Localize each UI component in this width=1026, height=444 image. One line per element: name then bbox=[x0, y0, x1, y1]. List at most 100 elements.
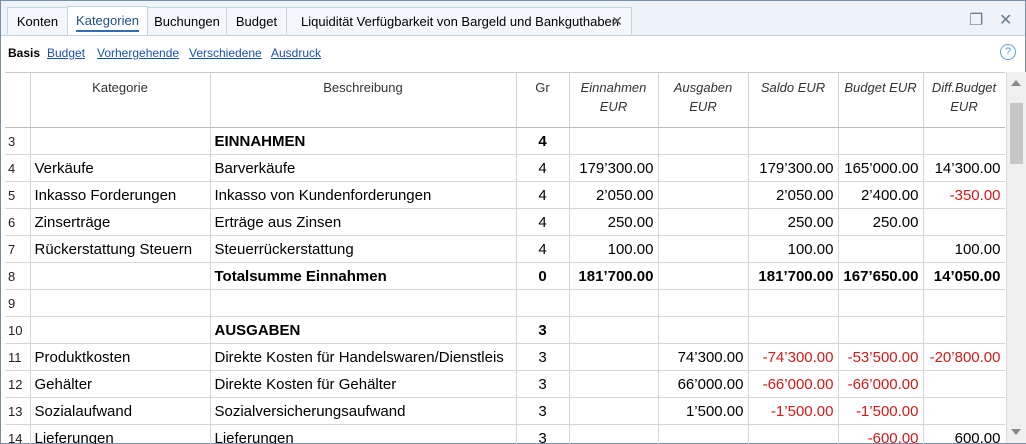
cell-budget[interactable]: -1’500.00 bbox=[838, 397, 924, 425]
cell-diff-budget[interactable] bbox=[923, 127, 1005, 155]
cell-ausgaben[interactable] bbox=[658, 208, 749, 236]
cell-saldo[interactable] bbox=[748, 289, 839, 317]
cell-kategorie[interactable]: Sozialaufwand bbox=[30, 397, 211, 425]
cell-budget[interactable]: -66’000.00 bbox=[838, 370, 924, 398]
cell-diff-budget[interactable]: -20’800.00 bbox=[923, 343, 1005, 371]
cell-budget[interactable]: 2’400.00 bbox=[838, 181, 924, 209]
cell-saldo[interactable]: -74’300.00 bbox=[748, 343, 839, 371]
cell-saldo[interactable]: -1’500.00 bbox=[748, 397, 839, 425]
cell-kategorie[interactable]: Zinserträge bbox=[30, 208, 211, 236]
header-kategorie[interactable]: Kategorie bbox=[30, 73, 211, 128]
cell-saldo[interactable]: 2’050.00 bbox=[748, 181, 839, 209]
tab-buchungen[interactable]: Buchungen bbox=[147, 7, 227, 34]
cell-saldo[interactable]: 181’700.00 bbox=[748, 262, 839, 290]
cell-einnahmen[interactable]: 250.00 bbox=[569, 208, 659, 236]
cell-beschreibung[interactable]: Sozialversicherungsaufwand bbox=[210, 397, 517, 425]
cell-einnahmen[interactable] bbox=[569, 397, 659, 425]
cell-diff-budget[interactable] bbox=[923, 289, 1005, 317]
cell-beschreibung[interactable]: Direkte Kosten für Handelswaren/Dienstle… bbox=[210, 343, 517, 371]
cell-budget[interactable] bbox=[838, 316, 924, 344]
scroll-down-icon[interactable] bbox=[1011, 429, 1021, 435]
header-ausgaben[interactable]: Ausgaben EUR bbox=[658, 73, 749, 128]
cell-ausgaben[interactable]: 66’000.00 bbox=[658, 370, 749, 398]
cell-kategorie[interactable]: Gehälter bbox=[30, 370, 211, 398]
cell-kategorie[interactable] bbox=[30, 316, 211, 344]
cell-einnahmen[interactable] bbox=[569, 127, 659, 155]
close-tab-icon[interactable]: ✕ bbox=[611, 8, 623, 35]
cell-einnahmen[interactable]: 181’700.00 bbox=[569, 262, 659, 290]
cell-einnahmen[interactable] bbox=[569, 289, 659, 317]
cell-diff-budget[interactable]: 14’050.00 bbox=[923, 262, 1005, 290]
cell-gr[interactable]: 3 bbox=[516, 424, 570, 444]
cell-ausgaben[interactable] bbox=[658, 262, 749, 290]
cell-budget[interactable]: 165’000.00 bbox=[838, 154, 924, 182]
cell-beschreibung[interactable]: Totalsumme Einnahmen bbox=[210, 262, 517, 290]
cell-einnahmen[interactable] bbox=[569, 316, 659, 344]
cell-saldo[interactable] bbox=[748, 316, 839, 344]
cell-gr[interactable]: 3 bbox=[516, 370, 570, 398]
cell-ausgaben[interactable] bbox=[658, 316, 749, 344]
view-tab-ausdruck[interactable]: Ausdruck bbox=[271, 46, 321, 60]
cell-saldo[interactable]: 250.00 bbox=[748, 208, 839, 236]
cell-kategorie[interactable] bbox=[30, 127, 211, 155]
cell-kategorie[interactable]: Rückerstattung Steuern bbox=[30, 235, 211, 263]
cell-ausgaben[interactable] bbox=[658, 127, 749, 155]
cell-gr[interactable] bbox=[516, 289, 570, 317]
cell-gr[interactable]: 4 bbox=[516, 154, 570, 182]
cell-gr[interactable]: 4 bbox=[516, 181, 570, 209]
cell-einnahmen[interactable] bbox=[569, 370, 659, 398]
cell-einnahmen[interactable] bbox=[569, 424, 659, 444]
cell-saldo[interactable] bbox=[748, 424, 839, 444]
cell-beschreibung[interactable]: Steuerrückerstattung bbox=[210, 235, 517, 263]
header-einnahmen[interactable]: Einnahmen EUR bbox=[569, 73, 659, 128]
cell-budget[interactable] bbox=[838, 127, 924, 155]
cell-gr[interactable]: 4 bbox=[516, 235, 570, 263]
view-tab-vorhergehende[interactable]: Vorhergehende bbox=[97, 46, 179, 60]
cell-kategorie[interactable]: Lieferungen bbox=[30, 424, 211, 444]
cell-diff-budget[interactable]: 100.00 bbox=[923, 235, 1005, 263]
cell-budget[interactable] bbox=[838, 235, 924, 263]
cell-saldo[interactable]: 100.00 bbox=[748, 235, 839, 263]
view-tab-basis[interactable]: Basis bbox=[8, 46, 40, 60]
header-beschreibung[interactable]: Beschreibung bbox=[210, 73, 517, 128]
cell-budget[interactable]: -53’500.00 bbox=[838, 343, 924, 371]
cell-gr[interactable]: 3 bbox=[516, 316, 570, 344]
cell-ausgaben[interactable]: 74’300.00 bbox=[658, 343, 749, 371]
cell-beschreibung[interactable]: Lieferungen bbox=[210, 424, 517, 444]
cell-diff-budget[interactable] bbox=[923, 370, 1005, 398]
tab-budget[interactable]: Budget bbox=[226, 7, 287, 34]
cell-ausgaben[interactable] bbox=[658, 181, 749, 209]
cell-budget[interactable]: 167’650.00 bbox=[838, 262, 924, 290]
scroll-thumb[interactable] bbox=[1010, 103, 1023, 164]
cell-diff-budget[interactable] bbox=[923, 316, 1005, 344]
cell-ausgaben[interactable] bbox=[658, 154, 749, 182]
cell-diff-budget[interactable]: 600.00 bbox=[923, 424, 1005, 444]
header-budget[interactable]: Budget EUR bbox=[838, 73, 924, 128]
cell-gr[interactable]: 0 bbox=[516, 262, 570, 290]
cell-diff-budget[interactable]: -350.00 bbox=[923, 181, 1005, 209]
cell-ausgaben[interactable]: 1’500.00 bbox=[658, 397, 749, 425]
cell-einnahmen[interactable]: 2’050.00 bbox=[569, 181, 659, 209]
cell-diff-budget[interactable] bbox=[923, 397, 1005, 425]
header-saldo[interactable]: Saldo EUR bbox=[748, 73, 839, 128]
cell-gr[interactable]: 3 bbox=[516, 343, 570, 371]
cell-einnahmen[interactable] bbox=[569, 343, 659, 371]
cell-beschreibung[interactable]: AUSGABEN bbox=[210, 316, 517, 344]
cell-kategorie[interactable]: Inkasso Forderungen bbox=[30, 181, 211, 209]
scroll-up-icon[interactable] bbox=[1011, 80, 1021, 86]
cell-beschreibung[interactable]: EINNAHMEN bbox=[210, 127, 517, 155]
tab-liquiditaet[interactable]: Liquidität Verfügbarkeit von Bargeld und… bbox=[286, 7, 632, 34]
vertical-scrollbar[interactable] bbox=[1006, 72, 1026, 443]
cell-gr[interactable]: 4 bbox=[516, 127, 570, 155]
cell-beschreibung[interactable]: Erträge aus Zinsen bbox=[210, 208, 517, 236]
restore-window-icon[interactable]: ❐ bbox=[969, 10, 983, 30]
cell-ausgaben[interactable] bbox=[658, 235, 749, 263]
cell-einnahmen[interactable]: 179’300.00 bbox=[569, 154, 659, 182]
cell-beschreibung[interactable]: Inkasso von Kundenforderungen bbox=[210, 181, 517, 209]
view-tab-budget[interactable]: Budget bbox=[47, 46, 85, 60]
cell-ausgaben[interactable] bbox=[658, 424, 749, 444]
cell-diff-budget[interactable]: 14’300.00 bbox=[923, 154, 1005, 182]
tab-konten[interactable]: Konten bbox=[7, 7, 68, 34]
help-icon[interactable]: ? bbox=[1000, 44, 1016, 60]
view-tab-verschiedene[interactable]: Verschiedene bbox=[189, 46, 262, 60]
